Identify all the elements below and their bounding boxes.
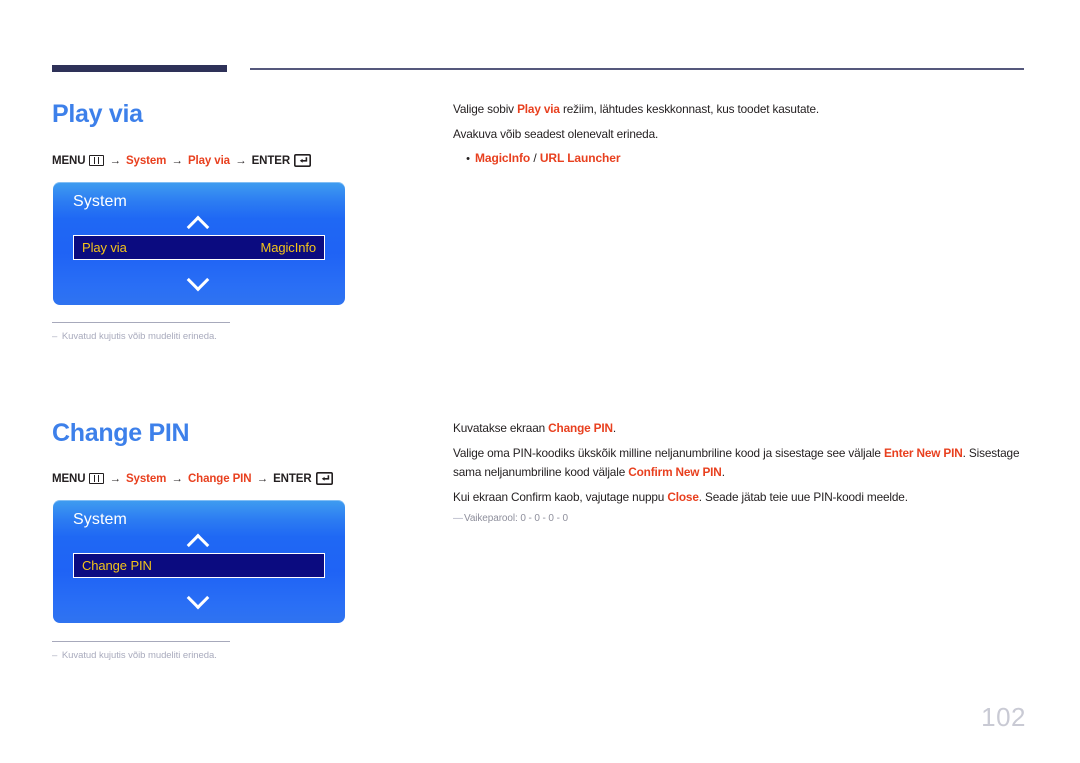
enter-return-icon: [294, 154, 312, 167]
menu-path-change-pin: MENU → System → Change PIN → ENTER: [52, 472, 333, 485]
menu-label: MENU: [52, 473, 86, 485]
footnote-dash: –: [52, 650, 60, 661]
page-title-play-via: Play via: [52, 100, 143, 128]
paragraph: Kui ekraan Confirm kaob, vajutage nuppu …: [453, 488, 1028, 506]
path-step-system: System: [125, 155, 167, 167]
paragraph: Kuvatakse ekraan Change PIN.: [453, 419, 1028, 437]
path-step-play-via: Play via: [187, 155, 230, 167]
chevron-up-icon[interactable]: [187, 536, 211, 548]
footnote-rule-2: [52, 641, 230, 643]
para-text: Kuvatakse ekraan Change PIN.: [453, 421, 617, 435]
osd-row-label: Play via: [82, 240, 127, 255]
bullet-separator: /: [530, 150, 540, 165]
path-arrow-1: →: [109, 155, 121, 167]
bullet-left: MagicInfo: [475, 150, 531, 165]
bullet-label: MagicInfo / URL Launcher: [475, 150, 621, 165]
enter-return-icon: [315, 472, 333, 485]
note-dash: —: [453, 513, 464, 525]
para-text: Valige sobiv Play via režiim, lähtudes k…: [453, 102, 820, 116]
path-arrow-2: →: [171, 473, 183, 485]
path-step-system: System: [125, 473, 167, 485]
body-change-pin: Kuvatakse ekraan Change PIN. Valige oma …: [453, 419, 1028, 524]
paragraph: Avakuva võib seadest olenevalt erineda.: [453, 125, 1028, 143]
path-step-change-pin: Change PIN: [187, 473, 252, 485]
osd-row-label: Change PIN: [82, 558, 152, 573]
body-play-via: Valige sobiv Play via režiim, lähtudes k…: [453, 100, 1028, 168]
menu-path-play-via: MENU → System → Play via → ENTER: [52, 154, 312, 167]
enter-label: ENTER: [251, 155, 291, 167]
path-arrow-3: →: [256, 473, 269, 485]
osd-row-change-pin[interactable]: Change PIN: [73, 553, 325, 578]
footnote-change-pin: – Kuvatud kujutis võib mudeliti erineda.: [52, 650, 217, 661]
footnote-rule-1: [52, 322, 230, 324]
header-rule: [250, 68, 1024, 70]
osd-preview-play-via: System Play via MagicInfo: [53, 182, 345, 305]
footnote-dash: –: [52, 331, 60, 342]
manual-page: Play via MENU → System → Play via → ENTER…: [0, 0, 1080, 763]
page-number: 102: [981, 702, 1026, 732]
paragraph: Valige sobiv Play via režiim, lähtudes k…: [453, 100, 1028, 118]
path-arrow-2: →: [171, 155, 183, 167]
osd-preview-change-pin: System Change PIN: [53, 500, 345, 623]
para-text: Kui ekraan Confirm kaob, vajutage nuppu …: [453, 489, 908, 504]
footnote-text: Kuvatud kujutis võib mudeliti erineda.: [61, 650, 217, 661]
path-arrow-3: →: [235, 155, 247, 167]
enter-label: ENTER: [273, 473, 312, 485]
osd-row-play-via[interactable]: Play via MagicInfo: [73, 235, 325, 260]
footnote-text: Kuvatud kujutis võib mudeliti erineda.: [61, 331, 217, 342]
paragraph: Valige oma PIN-koodiks ükskõik milline n…: [453, 444, 1028, 481]
page-title-change-pin: Change PIN: [52, 419, 190, 447]
para-text: Valige oma PIN-koodiks ükskõik milline n…: [453, 446, 1020, 479]
osd-title: System: [73, 193, 127, 210]
path-arrow-1: →: [109, 473, 121, 485]
bullet-item-play-via: • MagicInfo / URL Launcher: [453, 151, 1028, 168]
osd-title: System: [73, 511, 127, 528]
note-text: Vaikeparool: 0 - 0 - 0 - 0: [464, 513, 568, 525]
menu-grid-icon: [89, 155, 105, 166]
para-text: Avakuva võib seadest olenevalt erineda.: [453, 127, 659, 142]
chevron-up-icon[interactable]: [187, 218, 211, 230]
chevron-down-icon[interactable]: [187, 589, 211, 601]
bullet-right: URL Launcher: [539, 150, 621, 165]
bullet-marker: •: [466, 152, 470, 165]
chevron-down-icon[interactable]: [187, 271, 211, 283]
osd-row-value: MagicInfo: [260, 240, 317, 255]
menu-grid-icon: [89, 473, 105, 484]
footnote-play-via: – Kuvatud kujutis võib mudeliti erineda.: [52, 331, 217, 342]
default-password-note: —Vaikeparool: 0 - 0 - 0 - 0: [453, 513, 1028, 524]
header-accent-bar: [52, 65, 227, 72]
menu-label: MENU: [52, 155, 86, 167]
